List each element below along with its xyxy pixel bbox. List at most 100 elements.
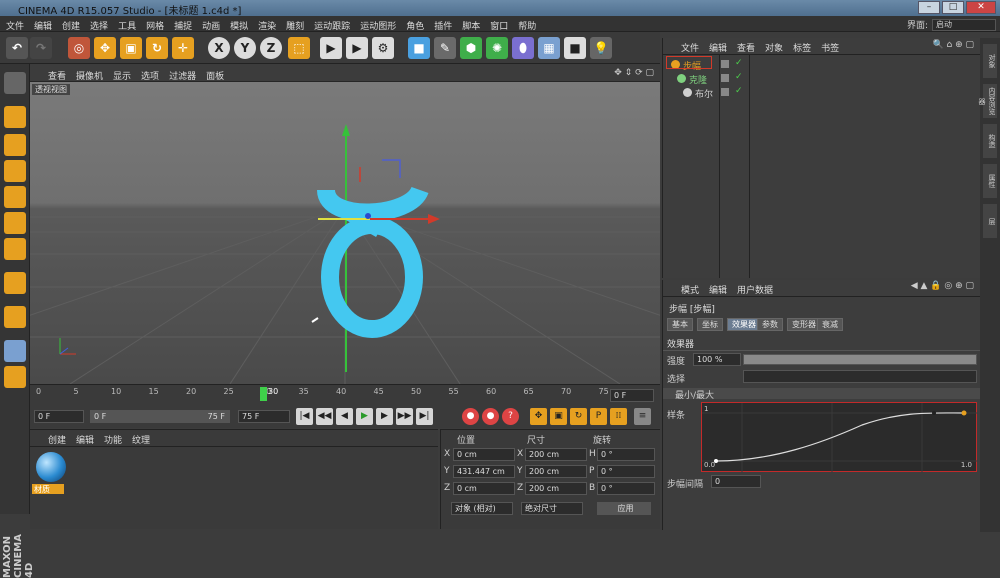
key-pla-icon[interactable]: ⁞⁞: [610, 408, 627, 425]
go-to-start-icon[interactable]: |◀: [296, 408, 313, 425]
enabled-check-icon[interactable]: ✓: [735, 86, 743, 96]
object-menu-item-0[interactable]: 文件: [681, 41, 699, 54]
start-frame-field[interactable]: 0 F: [34, 410, 84, 423]
viewport-menu-item-1[interactable]: 摄像机: [76, 69, 103, 82]
playhead[interactable]: [260, 387, 267, 401]
strength-slider[interactable]: [743, 354, 977, 365]
polygons-mode-icon[interactable]: [4, 238, 26, 260]
menu-item-9[interactable]: 渲染: [258, 19, 276, 32]
strength-field[interactable]: 100 %: [693, 353, 741, 366]
points-mode-icon[interactable]: [4, 186, 26, 208]
enabled-check-icon[interactable]: ✓: [735, 58, 743, 68]
viewport-menu-item-0[interactable]: 查看: [48, 69, 66, 82]
current-frame-field[interactable]: 0 F: [610, 389, 654, 402]
z-axis-icon[interactable]: Z: [260, 37, 282, 59]
right-tab-4[interactable]: 层: [983, 204, 997, 238]
viewport-nav-icons[interactable]: ✥ ⇕ ⟳ ▢: [614, 68, 654, 78]
menu-item-11[interactable]: 运动跟踪: [314, 19, 350, 32]
minmax-section[interactable]: 最小/最大: [663, 388, 981, 401]
object-menu-item-2[interactable]: 查看: [737, 41, 755, 54]
position-field[interactable]: 0 cm: [453, 448, 515, 461]
next-key-icon[interactable]: ▶▶: [396, 408, 413, 425]
viewport-menu-item-4[interactable]: 过滤器: [169, 69, 196, 82]
edges-mode-icon[interactable]: [4, 212, 26, 234]
size-field[interactable]: 200 cm: [525, 465, 587, 478]
array-icon[interactable]: ✺: [486, 37, 508, 59]
frame-range-slider[interactable]: 0 F 75 F: [90, 410, 230, 423]
prev-frame-icon[interactable]: ◀: [336, 408, 353, 425]
menu-item-17[interactable]: 帮助: [518, 19, 536, 32]
y-axis-icon[interactable]: Y: [234, 37, 256, 59]
prev-key-icon[interactable]: ◀◀: [316, 408, 333, 425]
cube-icon[interactable]: ■: [408, 37, 430, 59]
viewport-menu-item-2[interactable]: 显示: [113, 69, 131, 82]
menu-item-5[interactable]: 网格: [146, 19, 164, 32]
size-field[interactable]: 200 cm: [525, 448, 587, 461]
attribute-tab-5[interactable]: 衰减: [817, 318, 843, 331]
object-menu-item-1[interactable]: 编辑: [709, 41, 727, 54]
right-tab-0[interactable]: 对象: [983, 44, 997, 78]
menu-item-2[interactable]: 创建: [62, 19, 80, 32]
menu-item-14[interactable]: 插件: [434, 19, 452, 32]
object-menu-item-5[interactable]: 书签: [821, 41, 839, 54]
attribute-tab-3[interactable]: 参数: [757, 318, 783, 331]
scale-icon[interactable]: ▣: [120, 37, 142, 59]
menu-item-0[interactable]: 文件: [6, 19, 24, 32]
attribute-tab-2[interactable]: 效果器: [727, 318, 761, 331]
maximize-button[interactable]: □: [942, 1, 964, 14]
make-editable-icon[interactable]: [4, 72, 26, 94]
rotate-icon[interactable]: ↻: [146, 37, 168, 59]
snap-icon[interactable]: [4, 340, 26, 362]
close-button[interactable]: ✕: [966, 1, 996, 14]
texture-mode-icon[interactable]: [4, 134, 26, 156]
right-tab-1[interactable]: 内容浏览器: [978, 84, 997, 118]
menu-item-15[interactable]: 脚本: [462, 19, 480, 32]
redo-icon[interactable]: ↷: [30, 37, 52, 59]
selection-field[interactable]: [743, 370, 977, 383]
axis-mode-icon[interactable]: [4, 272, 26, 294]
position-field[interactable]: 0 cm: [453, 482, 515, 495]
step-gap-field[interactable]: 0: [711, 475, 761, 488]
menu-item-4[interactable]: 工具: [118, 19, 136, 32]
coordinate-system-icon[interactable]: ⬚: [288, 37, 310, 59]
key-position-icon[interactable]: ✥: [530, 408, 547, 425]
rotation-field[interactable]: 0 °: [597, 482, 655, 495]
menu-item-8[interactable]: 模拟: [230, 19, 248, 32]
move-icon[interactable]: ✥: [94, 37, 116, 59]
visibility-icon[interactable]: [721, 60, 729, 68]
rotation-field[interactable]: 0 °: [597, 448, 655, 461]
coordinate-mode-select[interactable]: 对象 (相对): [451, 502, 513, 515]
light-icon[interactable]: 💡: [590, 37, 612, 59]
autokey-icon[interactable]: ●: [482, 408, 499, 425]
attribute-tab-1[interactable]: 坐标: [697, 318, 723, 331]
position-field[interactable]: 431.447 cm: [453, 465, 515, 478]
material-menu-item-0[interactable]: 创建: [48, 433, 66, 446]
spline-graph[interactable]: 1 0.0 1.0: [701, 402, 978, 473]
render-settings-icon[interactable]: ⚙: [372, 37, 394, 59]
attribute-nav-icons[interactable]: ◀ ▲ 🔒 ◎ ⊕ ▢: [911, 281, 974, 291]
keyframe-selection-icon[interactable]: ?: [502, 408, 519, 425]
menu-item-10[interactable]: 雕刻: [286, 19, 304, 32]
attribute-menu-item-2[interactable]: 用户数据: [737, 283, 773, 296]
size-field[interactable]: 200 cm: [525, 482, 587, 495]
right-tab-3[interactable]: 属性: [983, 164, 997, 198]
render-picture-viewer-icon[interactable]: ▶: [346, 37, 368, 59]
material-menu-item-2[interactable]: 功能: [104, 433, 122, 446]
menu-item-16[interactable]: 窗口: [490, 19, 508, 32]
size-mode-select[interactable]: 绝对尺寸: [521, 502, 583, 515]
menu-item-3[interactable]: 选择: [90, 19, 108, 32]
recent-tool-icon[interactable]: ✛: [172, 37, 194, 59]
visibility-icon[interactable]: [721, 88, 729, 96]
object-row[interactable]: 克隆 ✓: [663, 72, 981, 86]
key-scale-icon[interactable]: ▣: [550, 408, 567, 425]
camera-icon[interactable]: ■: [564, 37, 586, 59]
attribute-tab-4[interactable]: 变形器: [787, 318, 821, 331]
menu-item-7[interactable]: 动画: [202, 19, 220, 32]
menu-item-13[interactable]: 角色: [406, 19, 424, 32]
key-rotation-icon[interactable]: ↻: [570, 408, 587, 425]
attribute-menu-item-0[interactable]: 模式: [681, 283, 699, 296]
locked-workplane-icon[interactable]: [4, 366, 26, 388]
subdivision-icon[interactable]: ⬢: [460, 37, 482, 59]
viewport-menu-item-5[interactable]: 面板: [206, 69, 224, 82]
layout-select[interactable]: 启动: [932, 18, 996, 31]
